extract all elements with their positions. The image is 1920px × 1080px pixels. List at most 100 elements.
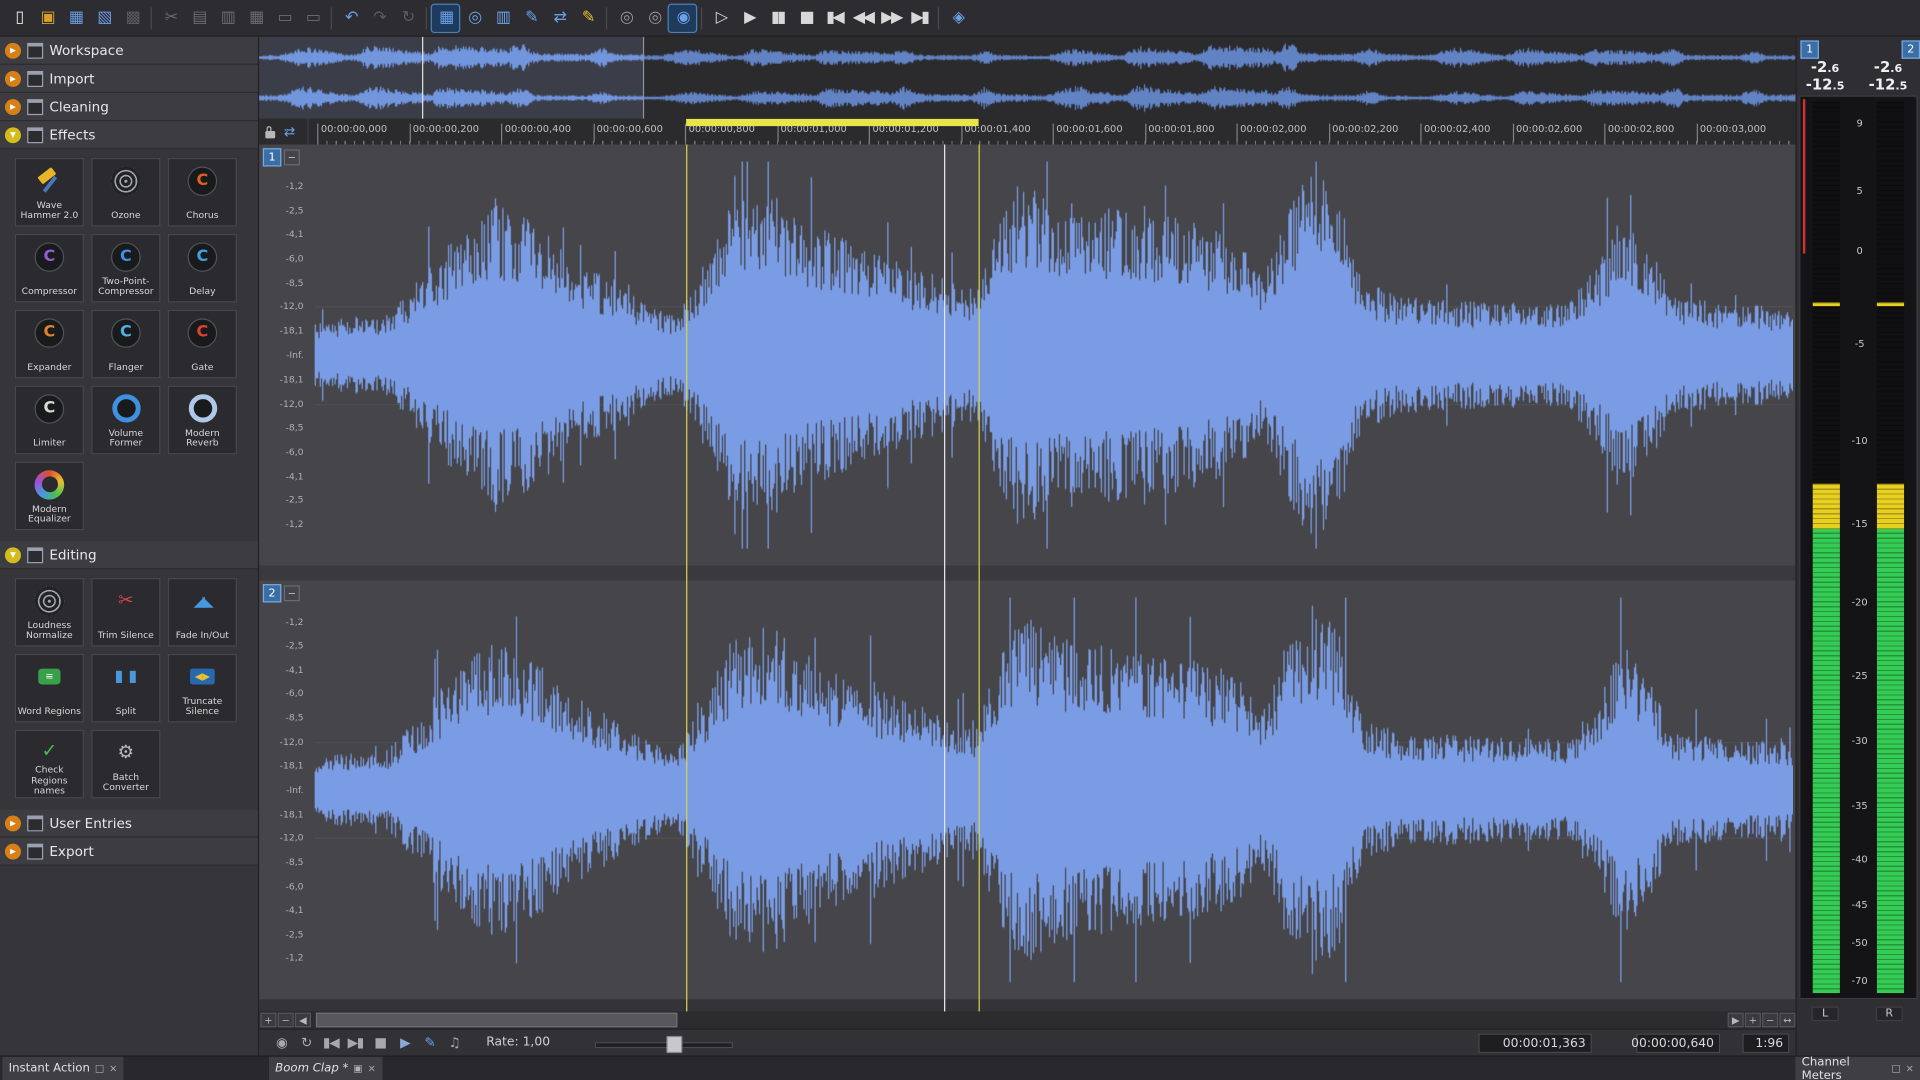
play-icon[interactable]: ▶	[392, 1032, 417, 1054]
chevron-right-icon[interactable]: ▶	[5, 70, 21, 86]
pin-icon[interactable]: ▣	[353, 1063, 362, 1074]
lock-icon[interactable]	[265, 130, 275, 137]
zoom-out-h-icon[interactable]: −	[278, 1013, 294, 1028]
record-prepare-icon[interactable]: ◎	[612, 4, 639, 31]
selection-end-line[interactable]	[979, 144, 980, 1011]
zoom-out-h2-icon[interactable]: −	[1762, 1013, 1778, 1028]
section-header-import[interactable]: ▶Import	[0, 65, 258, 93]
rate-slider-thumb[interactable]	[666, 1035, 682, 1052]
tile-batch-converter[interactable]: ⚙Batch Converter	[91, 730, 160, 799]
chevron-down-icon[interactable]: ▼	[5, 127, 21, 143]
chevron-right-icon[interactable]: ▶	[5, 99, 21, 115]
zoom-in-h2-icon[interactable]: +	[1745, 1013, 1761, 1028]
what-you-hear-icon[interactable]: ◈	[944, 4, 971, 31]
undo-icon[interactable]: ↶	[337, 4, 364, 31]
save-file-icon[interactable]: ▦	[62, 4, 89, 31]
instant-action-tab[interactable]: Instant Action □ ×	[2, 1057, 123, 1080]
stop-icon[interactable]: ■	[368, 1032, 393, 1054]
event-tool-icon[interactable]: ▥	[489, 4, 516, 31]
document-tab[interactable]: Boom Clap * ▣ ×	[269, 1057, 382, 1080]
tile-split[interactable]: ▮ ▮Split	[91, 654, 160, 723]
tile-delay[interactable]: CDelay	[168, 234, 237, 303]
channel-minimize-button[interactable]: −	[284, 585, 300, 601]
tile-chorus[interactable]: CChorus	[168, 158, 237, 227]
meter-box[interactable]: 950-5-10-15-20-25-30-35-40-45-50-70	[1799, 96, 1917, 1000]
channel-minimize-button[interactable]: −	[284, 149, 300, 165]
stop-icon[interactable]: ■	[792, 4, 819, 31]
channel-meters-tab[interactable]: Channel Meters □ ×	[1795, 1057, 1920, 1080]
hold-readout-left[interactable]: -12.5	[1797, 76, 1854, 93]
chevron-right-icon[interactable]: ▶	[5, 815, 21, 831]
section-header-cleaning[interactable]: ▶Cleaning	[0, 93, 258, 121]
tile-modern-equalizer[interactable]: Modern Equalizer	[15, 462, 84, 531]
magnify-tool-icon[interactable]: ◎	[460, 4, 487, 31]
selection-start-line[interactable]	[686, 144, 687, 1011]
float-window-icon[interactable]: □	[1891, 1063, 1900, 1074]
meter-tab-1[interactable]: 1	[1800, 40, 1819, 58]
peak-readout-right[interactable]: -2.6	[1860, 59, 1917, 76]
section-header-user-entries[interactable]: ▶User Entries	[0, 809, 258, 837]
tile-limiter[interactable]: CLimiter	[15, 386, 84, 455]
chevron-right-icon[interactable]: ▶	[5, 42, 21, 58]
scroll-right-icon[interactable]: ▶	[1728, 1013, 1744, 1028]
tile-ozone[interactable]: Ozone	[91, 158, 160, 227]
overview-visible-region[interactable]	[259, 37, 644, 119]
rate-slider-track[interactable]	[594, 1041, 732, 1047]
record-arm-icon[interactable]: ◉	[669, 4, 696, 31]
channel-2[interactable]: -1,2-2,5-4,1-6,0-8,5-12,0-18,1-Inf.-18,1…	[259, 580, 1795, 999]
smart-tool-icon[interactable]: ✎	[574, 4, 601, 31]
close-icon[interactable]: ×	[109, 1063, 117, 1074]
section-header-effects[interactable]: ▼Effects	[0, 121, 258, 149]
scrub-icon[interactable]: ✎	[417, 1032, 442, 1054]
tile-trim-silence[interactable]: ✂Trim Silence	[91, 578, 160, 647]
meter-tab-2[interactable]: 2	[1902, 40, 1920, 58]
forward-icon[interactable]: ▶▶	[877, 4, 904, 31]
tile-compressor[interactable]: CCompressor	[15, 234, 84, 303]
pause-icon[interactable]: ▮▮	[764, 4, 791, 31]
chevron-right-icon[interactable]: ▶	[5, 843, 21, 859]
zoom-fit-icon[interactable]: ↔	[1779, 1013, 1795, 1028]
rate-slider[interactable]	[594, 1034, 730, 1051]
go-to-start-icon[interactable]: ▮◀	[821, 4, 848, 31]
hscroll-track[interactable]	[313, 1013, 1723, 1028]
float-window-icon[interactable]: □	[95, 1063, 104, 1074]
horizontal-scrollbar[interactable]: +−◀ ▶+−↔	[259, 1011, 1795, 1028]
envelope-tool-icon[interactable]: ⇄	[545, 4, 572, 31]
cursor-time-display[interactable]: 00:00:01,363	[1478, 1033, 1592, 1053]
channel-1-waveform[interactable]	[315, 144, 1793, 565]
peak-readout-left[interactable]: -2.6	[1797, 59, 1854, 76]
selection-length-display[interactable]: 00:00:00,640	[1636, 1033, 1720, 1053]
record-icon[interactable]: ◉	[269, 1032, 294, 1054]
close-icon[interactable]: ×	[1906, 1063, 1914, 1074]
loop-playback-icon[interactable]: ↻	[294, 1032, 319, 1054]
tile-flanger[interactable]: CFlanger	[91, 310, 160, 379]
tile-loudness-normalize[interactable]: Loudness Normalize	[15, 578, 84, 647]
meter-bar-left[interactable]	[1813, 102, 1840, 993]
hscroll-thumb[interactable]	[316, 1013, 678, 1028]
edit-tool-icon[interactable]: ▦	[432, 4, 459, 31]
section-header-workspace[interactable]: ▶Workspace	[0, 37, 258, 65]
section-header-export[interactable]: ▶Export	[0, 838, 258, 866]
channel-number-badge[interactable]: 1	[263, 148, 282, 166]
close-icon[interactable]: ×	[368, 1063, 376, 1074]
rewind-icon[interactable]: ◀◀	[849, 4, 876, 31]
channel-number-badge[interactable]: 2	[263, 584, 282, 602]
tile-word-regions[interactable]: ≡Word Regions	[15, 654, 84, 723]
new-file-icon[interactable]: ▯	[5, 4, 32, 31]
zoom-ratio-display[interactable]: 1:96	[1742, 1033, 1789, 1053]
hold-readout-right[interactable]: -12.5	[1860, 76, 1917, 93]
scroll-left-icon[interactable]: ◀	[295, 1013, 311, 1028]
section-header-editing[interactable]: ▼Editing	[0, 541, 258, 569]
channel-divider[interactable]	[259, 566, 1795, 581]
snap-icon[interactable]: ⇄	[284, 125, 295, 138]
chevron-down-icon[interactable]: ▼	[5, 547, 21, 563]
go-to-start-icon[interactable]: ▮◀	[318, 1032, 343, 1054]
tile-gate[interactable]: CGate	[168, 310, 237, 379]
tile-truncate-silence[interactable]: ◀▶Truncate Silence	[168, 654, 237, 723]
overview-waveform[interactable]	[259, 37, 1795, 120]
open-file-icon[interactable]: ▣	[33, 4, 60, 31]
save-as-icon[interactable]: ▧	[90, 4, 117, 31]
selection-band[interactable]	[686, 119, 978, 126]
channel-1[interactable]: -1,2-2,5-4,1-6,0-8,5-12,0-18,1-Inf.-18,1…	[259, 144, 1795, 565]
tile-modern-reverb[interactable]: Modern Reverb	[168, 386, 237, 455]
